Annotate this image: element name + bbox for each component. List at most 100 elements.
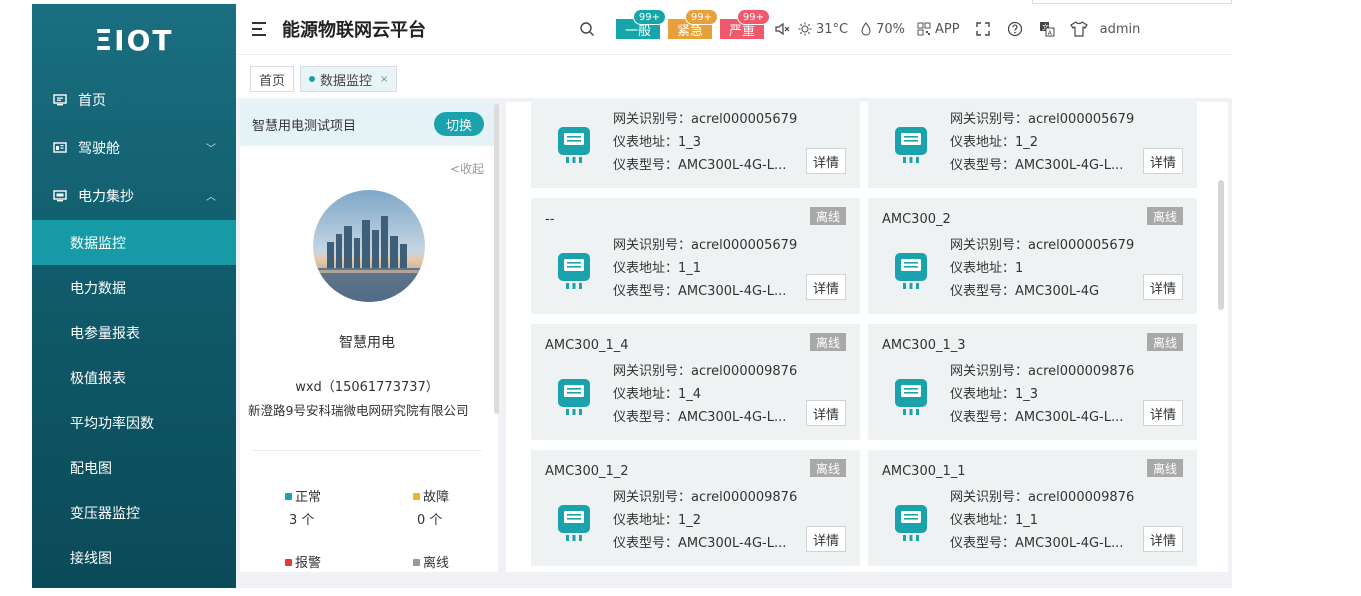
temperature-value: 31°C: [816, 21, 849, 37]
fault-legend-icon: [413, 493, 420, 500]
gateway-id: 网关识别号：acrel000009876: [613, 490, 798, 505]
detail-button[interactable]: 详情: [805, 526, 846, 552]
user-menu[interactable]: admin: [1100, 22, 1141, 37]
gateway-id: 网关识别号：acrel000005679: [613, 238, 798, 253]
sidebar-subitem-label: 极值报表: [70, 370, 126, 387]
meter-icon: [52, 189, 68, 203]
meter-address: 仪表地址：1_1: [950, 513, 1039, 528]
sidebar-subitem-label: 平均功率因数: [70, 415, 154, 432]
skin-theme-icon[interactable]: [1068, 18, 1090, 40]
alarm-urgent-button[interactable]: 紧急 99+: [668, 9, 718, 39]
meter-info: 网关识别号：acrel000005679 仪表地址：1 仪表型号：AMC300L-4…: [950, 234, 1134, 303]
tab-home[interactable]: 首页: [250, 66, 295, 92]
fullscreen-icon[interactable]: [972, 18, 994, 40]
alarm-count-badge: 99+: [684, 9, 718, 25]
detail-button[interactable]: 详情: [805, 274, 846, 300]
gateway-id: 网关识别号：acrel000005679: [613, 112, 798, 127]
meter-address: 仪表地址：1: [950, 261, 1024, 276]
detail-button[interactable]: 详情: [805, 400, 846, 426]
sidebar-subitem-distribution-diagram[interactable]: 配电图: [32, 445, 236, 490]
dashboard-icon: [52, 141, 68, 155]
detail-button[interactable]: 详情: [1142, 400, 1183, 426]
divider: [252, 450, 482, 451]
sidebar-subitem-extreme-report[interactable]: 极值报表: [32, 355, 236, 400]
app-download-link[interactable]: APP: [917, 22, 960, 37]
status-label: 报警: [295, 556, 322, 571]
status-alarm: 报警: [285, 552, 321, 571]
monitor-icon: [52, 93, 68, 107]
meter-card: AMC300_1_2 离线 网关识别号：acrel000009876 仪表地址：1_2…: [531, 450, 860, 566]
meter-icon: [894, 252, 928, 290]
switch-project-button[interactable]: 切换: [433, 112, 484, 136]
meter-model: 仪表型号：AMC300L-4G-L...: [613, 536, 787, 551]
app-title: 能源物联网云平台: [282, 20, 426, 41]
sidebar-subitem-transformer-monitor[interactable]: 变压器监控: [32, 490, 236, 535]
logo: ΞIOT: [94, 23, 174, 57]
detail-button[interactable]: 详情: [805, 148, 846, 174]
sidebar-subitem-power-data[interactable]: 电力数据: [32, 265, 236, 310]
meter-model: 仪表型号：AMC300L-4G-L...: [950, 536, 1124, 551]
detail-button[interactable]: 详情: [1142, 526, 1183, 552]
gateway-id: 网关识别号：acrel000009876: [950, 490, 1135, 505]
meter-address: 仪表地址：1_2: [613, 513, 702, 528]
gateway-id: 网关识别号：acrel000005679: [950, 238, 1135, 253]
sidebar-subitem-label: 数据监控: [70, 235, 126, 252]
meter-card: AMC300_1_4 离线 网关识别号：acrel000009876 仪表地址：1_4…: [531, 324, 860, 440]
sidebar-item-label: 驾驶舱: [78, 141, 120, 157]
chevron-up-icon: ︿: [206, 192, 216, 203]
collapse-link[interactable]: <收起: [450, 160, 484, 177]
sidebar-item-power-reading[interactable]: 电力集抄 ︿: [32, 172, 236, 220]
sidebar-subitem-label: 电力数据: [70, 280, 126, 297]
sidebar-item-cockpit[interactable]: 驾驶舱 ﹀: [32, 124, 236, 172]
chevron-down-icon: ﹀: [206, 144, 216, 155]
menu-toggle-icon[interactable]: [252, 22, 270, 36]
search-icon[interactable]: [576, 18, 598, 40]
active-dot-icon: [309, 76, 315, 82]
status-count: 3 个: [289, 513, 315, 528]
mute-icon[interactable]: [772, 18, 794, 40]
alarm-general-button[interactable]: 一般 99+: [616, 9, 666, 39]
status-label: 正常: [295, 490, 322, 505]
sidebar-item-home[interactable]: 首页: [32, 76, 236, 124]
status-badge: 离线: [1146, 333, 1183, 351]
meter-address: 仪表地址：1_2: [950, 135, 1039, 150]
meter-info: 网关识别号：acrel000005679 仪表地址：1_3 仪表型号：AMC300L…: [613, 108, 797, 177]
alarm-severe-button[interactable]: 严重 99+: [720, 9, 770, 39]
status-badge: 离线: [809, 333, 846, 351]
project-scrollbar[interactable]: [494, 104, 499, 414]
humidity-value: 70%: [876, 21, 906, 37]
sidebar-subitem-param-report[interactable]: 电参量报表: [32, 310, 236, 355]
sidebar-item-label: 首页: [78, 93, 106, 109]
meter-name: AMC300_2: [882, 212, 951, 227]
qrcode-icon: [917, 22, 931, 36]
meter-icon: [894, 126, 928, 164]
sidebar-subitem-wiring-diagram[interactable]: 接线图: [32, 535, 236, 580]
project-header-title: 智慧用电测试项目: [252, 118, 357, 134]
username: admin: [1099, 21, 1141, 37]
detail-button[interactable]: 详情: [1142, 148, 1183, 174]
help-icon[interactable]: [1004, 18, 1026, 40]
temperature-readout: 31°C: [798, 22, 848, 37]
meter-icon: [557, 378, 591, 416]
meter-model: 仪表型号：AMC300L-4G-L...: [613, 158, 787, 173]
sun-icon: [798, 22, 812, 36]
status-badge: 离线: [1146, 459, 1183, 477]
status-normal: 正常 3 个: [285, 486, 321, 528]
tab-data-monitor[interactable]: 数据监控 ×: [300, 66, 398, 92]
meter-card: AMC300_1_1 离线 网关识别号：acrel000009876 仪表地址：1_1…: [868, 450, 1197, 566]
grid-scrollbar[interactable]: [1218, 180, 1224, 310]
project-avatar: [313, 190, 425, 302]
sidebar-subitem-data-monitor[interactable]: 数据监控: [32, 220, 236, 265]
project-header: 智慧用电测试项目 切换: [240, 102, 498, 146]
meter-address: 仪表地址：1_3: [613, 135, 702, 150]
alarm-count-badge: 99+: [736, 9, 770, 25]
close-icon[interactable]: ×: [380, 74, 388, 85]
project-panel: 智慧用电测试项目 切换 <收起 智慧用电 wxd（15061773737） 新澄…: [240, 102, 498, 572]
meter-card: AMC300_1_3 离线 网关识别号：acrel000009876 仪表地址：1_3…: [868, 324, 1197, 440]
detail-button[interactable]: 详情: [1142, 274, 1183, 300]
meter-model: 仪表型号：AMC300L-4G-L...: [950, 410, 1124, 425]
sidebar-subitem-label: 配电图: [70, 460, 112, 477]
sidebar-subitem-power-factor[interactable]: 平均功率因数: [32, 400, 236, 445]
meter-card: -- 离线 网关识别号：acrel000005679 仪表地址：1_1 仪表型号：AMC…: [531, 198, 860, 314]
translate-icon[interactable]: 文A: [1036, 18, 1058, 40]
